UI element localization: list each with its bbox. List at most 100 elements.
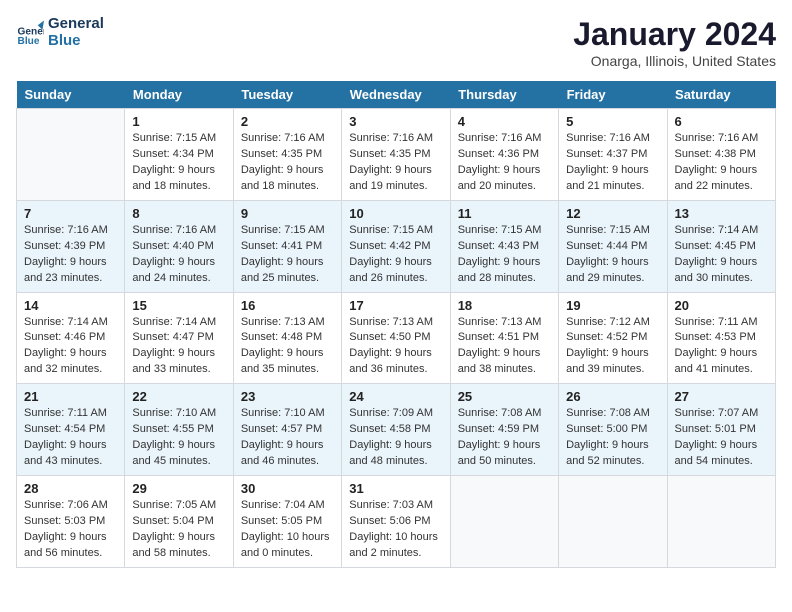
day-cell: 19 Sunrise: 7:12 AM Sunset: 4:52 PM Dayli… <box>559 292 667 384</box>
calendar-table: SundayMondayTuesdayWednesdayThursdayFrid… <box>16 81 776 568</box>
day-number: 29 <box>132 481 225 496</box>
day-info: Sunrise: 7:16 AM Sunset: 4:37 PM Dayligh… <box>566 131 659 195</box>
day-cell: 28 Sunrise: 7:06 AM Sunset: 5:03 PM Dayli… <box>17 476 125 568</box>
day-cell <box>17 109 125 201</box>
day-info: Sunrise: 7:07 AM Sunset: 5:01 PM Dayligh… <box>675 406 768 470</box>
day-cell: 1 Sunrise: 7:15 AM Sunset: 4:34 PM Daylig… <box>125 109 233 201</box>
day-cell: 3 Sunrise: 7:16 AM Sunset: 4:35 PM Daylig… <box>342 109 450 201</box>
day-info: Sunrise: 7:15 AM Sunset: 4:42 PM Dayligh… <box>349 223 442 287</box>
day-info: Sunrise: 7:09 AM Sunset: 4:58 PM Dayligh… <box>349 406 442 470</box>
day-info: Sunrise: 7:16 AM Sunset: 4:38 PM Dayligh… <box>675 131 768 195</box>
day-cell: 18Sunrise: 7:13 AM Sunset: 4:51 PM Dayli… <box>450 292 558 384</box>
day-number: 23 <box>241 389 334 404</box>
day-info: Sunrise: 7:14 AM Sunset: 4:45 PM Dayligh… <box>675 223 768 287</box>
svg-text:Blue: Blue <box>18 35 40 46</box>
day-number: 18 <box>458 298 551 313</box>
day-number: 7 <box>24 206 117 221</box>
day-cell: 8Sunrise: 7:16 AM Sunset: 4:40 PM Daylig… <box>125 200 233 292</box>
day-info: Sunrise: 7:16 AM Sunset: 4:36 PM Dayligh… <box>458 131 551 195</box>
logo-icon: General Blue <box>16 19 44 47</box>
col-header-monday: Monday <box>125 81 233 109</box>
week-row-4: 21Sunrise: 7:11 AM Sunset: 4:54 PM Dayli… <box>17 384 776 476</box>
day-number: 24 <box>349 389 442 404</box>
day-cell: 26 Sunrise: 7:08 AM Sunset: 5:00 PM Dayli… <box>559 384 667 476</box>
day-cell <box>450 476 558 568</box>
day-cell: 31 Sunrise: 7:03 AM Sunset: 5:06 PM Dayli… <box>342 476 450 568</box>
day-info: Sunrise: 7:08 AM Sunset: 4:59 PM Dayligh… <box>458 406 551 470</box>
page-header: General Blue General Blue January 2024 O… <box>16 16 776 69</box>
day-cell: 6 Sunrise: 7:16 AM Sunset: 4:38 PM Daylig… <box>667 109 775 201</box>
day-info: Sunrise: 7:08 AM Sunset: 5:00 PM Dayligh… <box>566 406 659 470</box>
day-info: Sunrise: 7:16 AM Sunset: 4:35 PM Dayligh… <box>241 131 334 195</box>
location-subtitle: Onarga, Illinois, United States <box>573 53 776 69</box>
logo-blue: Blue <box>48 33 104 50</box>
day-number: 22 <box>132 389 225 404</box>
day-number: 26 <box>566 389 659 404</box>
day-cell: 25 Sunrise: 7:08 AM Sunset: 4:59 PM Dayli… <box>450 384 558 476</box>
col-header-tuesday: Tuesday <box>233 81 341 109</box>
day-cell: 17Sunrise: 7:13 AM Sunset: 4:50 PM Dayli… <box>342 292 450 384</box>
day-number: 2 <box>241 114 334 129</box>
day-info: Sunrise: 7:15 AM Sunset: 4:41 PM Dayligh… <box>241 223 334 287</box>
day-number: 30 <box>241 481 334 496</box>
day-cell: 10Sunrise: 7:15 AM Sunset: 4:42 PM Dayli… <box>342 200 450 292</box>
day-info: Sunrise: 7:14 AM Sunset: 4:47 PM Dayligh… <box>132 315 225 379</box>
day-info: Sunrise: 7:10 AM Sunset: 4:55 PM Dayligh… <box>132 406 225 470</box>
header-row: SundayMondayTuesdayWednesdayThursdayFrid… <box>17 81 776 109</box>
title-block: January 2024 Onarga, Illinois, United St… <box>573 16 776 69</box>
day-info: Sunrise: 7:13 AM Sunset: 4:50 PM Dayligh… <box>349 315 442 379</box>
day-number: 8 <box>132 206 225 221</box>
day-number: 4 <box>458 114 551 129</box>
day-info: Sunrise: 7:15 AM Sunset: 4:34 PM Dayligh… <box>132 131 225 195</box>
col-header-saturday: Saturday <box>667 81 775 109</box>
day-cell <box>667 476 775 568</box>
day-info: Sunrise: 7:14 AM Sunset: 4:46 PM Dayligh… <box>24 315 117 379</box>
day-cell: 5 Sunrise: 7:16 AM Sunset: 4:37 PM Daylig… <box>559 109 667 201</box>
logo: General Blue General Blue <box>16 16 104 49</box>
day-info: Sunrise: 7:03 AM Sunset: 5:06 PM Dayligh… <box>349 498 442 562</box>
logo-general: General <box>48 16 104 33</box>
day-cell: 30Sunrise: 7:04 AM Sunset: 5:05 PM Dayli… <box>233 476 341 568</box>
day-cell: 23 Sunrise: 7:10 AM Sunset: 4:57 PM Dayli… <box>233 384 341 476</box>
day-cell: 15Sunrise: 7:14 AM Sunset: 4:47 PM Dayli… <box>125 292 233 384</box>
day-number: 27 <box>675 389 768 404</box>
day-number: 16 <box>241 298 334 313</box>
day-info: Sunrise: 7:12 AM Sunset: 4:52 PM Dayligh… <box>566 315 659 379</box>
week-row-3: 14 Sunrise: 7:14 AM Sunset: 4:46 PM Dayli… <box>17 292 776 384</box>
day-cell <box>559 476 667 568</box>
day-info: Sunrise: 7:16 AM Sunset: 4:35 PM Dayligh… <box>349 131 442 195</box>
day-info: Sunrise: 7:06 AM Sunset: 5:03 PM Dayligh… <box>24 498 117 562</box>
week-row-2: 7 Sunrise: 7:16 AM Sunset: 4:39 PM Daylig… <box>17 200 776 292</box>
day-number: 25 <box>458 389 551 404</box>
day-info: Sunrise: 7:16 AM Sunset: 4:39 PM Dayligh… <box>24 223 117 287</box>
day-cell: 29 Sunrise: 7:05 AM Sunset: 5:04 PM Dayli… <box>125 476 233 568</box>
day-info: Sunrise: 7:10 AM Sunset: 4:57 PM Dayligh… <box>241 406 334 470</box>
day-number: 1 <box>132 114 225 129</box>
day-info: Sunrise: 7:15 AM Sunset: 4:43 PM Dayligh… <box>458 223 551 287</box>
day-number: 6 <box>675 114 768 129</box>
col-header-friday: Friday <box>559 81 667 109</box>
day-cell: 7 Sunrise: 7:16 AM Sunset: 4:39 PM Daylig… <box>17 200 125 292</box>
col-header-thursday: Thursday <box>450 81 558 109</box>
day-number: 14 <box>24 298 117 313</box>
day-number: 28 <box>24 481 117 496</box>
day-cell: 9 Sunrise: 7:15 AM Sunset: 4:41 PM Daylig… <box>233 200 341 292</box>
day-cell: 14 Sunrise: 7:14 AM Sunset: 4:46 PM Dayli… <box>17 292 125 384</box>
day-number: 3 <box>349 114 442 129</box>
day-cell: 22 Sunrise: 7:10 AM Sunset: 4:55 PM Dayli… <box>125 384 233 476</box>
day-number: 9 <box>241 206 334 221</box>
day-number: 19 <box>566 298 659 313</box>
day-number: 20 <box>675 298 768 313</box>
day-info: Sunrise: 7:13 AM Sunset: 4:48 PM Dayligh… <box>241 315 334 379</box>
day-number: 5 <box>566 114 659 129</box>
day-number: 21 <box>24 389 117 404</box>
day-info: Sunrise: 7:15 AM Sunset: 4:44 PM Dayligh… <box>566 223 659 287</box>
day-number: 13 <box>675 206 768 221</box>
day-number: 31 <box>349 481 442 496</box>
col-header-wednesday: Wednesday <box>342 81 450 109</box>
day-cell: 20Sunrise: 7:11 AM Sunset: 4:53 PM Dayli… <box>667 292 775 384</box>
day-cell: 2 Sunrise: 7:16 AM Sunset: 4:35 PM Daylig… <box>233 109 341 201</box>
day-cell: 27 Sunrise: 7:07 AM Sunset: 5:01 PM Dayli… <box>667 384 775 476</box>
week-row-5: 28 Sunrise: 7:06 AM Sunset: 5:03 PM Dayli… <box>17 476 776 568</box>
day-info: Sunrise: 7:05 AM Sunset: 5:04 PM Dayligh… <box>132 498 225 562</box>
